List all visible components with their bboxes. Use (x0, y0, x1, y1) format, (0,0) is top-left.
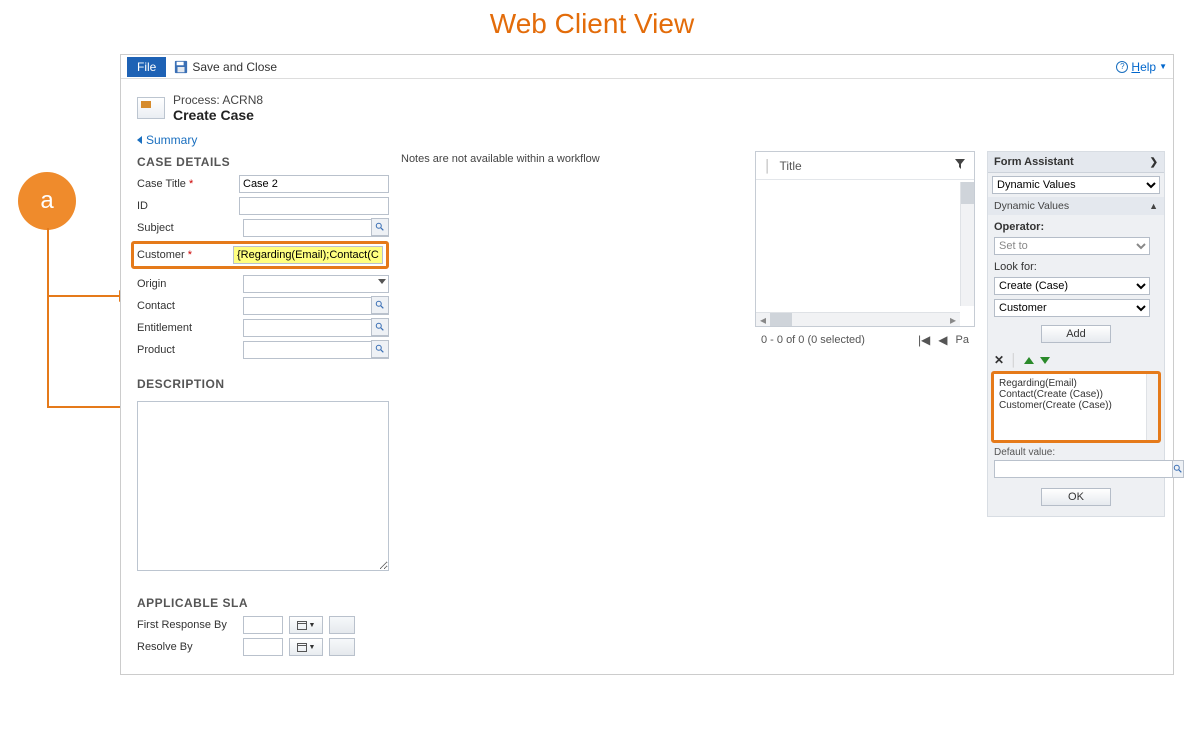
resolve-by-time-picker[interactable] (329, 638, 355, 656)
origin-select[interactable] (243, 275, 389, 293)
record-type-icon (137, 97, 165, 119)
notes-unavailable-message: Notes are not available within a workflo… (401, 151, 743, 167)
help-label: Help (1131, 60, 1156, 74)
list-status-bar: 0 - 0 of 0 (0 selected) |◀ ◀ Pa (755, 327, 975, 353)
first-response-label: First Response By (137, 619, 237, 631)
field-entitlement: Entitlement (137, 319, 389, 337)
save-and-close-label: Save and Close (192, 60, 277, 74)
annotation-line-top (47, 295, 125, 297)
tab-summary[interactable]: Summary (121, 133, 1173, 151)
toolbar: File Save and Close ? Help ▼ (121, 55, 1173, 79)
selected-scrollbar[interactable] (1146, 374, 1158, 440)
field-case-title: Case Title * (137, 175, 389, 193)
product-label: Product (137, 344, 237, 356)
case-title-label: Case Title (137, 178, 186, 190)
remove-icon[interactable]: ✕ (994, 353, 1004, 367)
tab-summary-label: Summary (146, 133, 197, 147)
lookfor-attribute-select[interactable]: Customer (994, 299, 1150, 317)
selected-item[interactable]: Contact(Create (Case)) (999, 389, 1153, 400)
field-first-response: First Response By ▼ (137, 616, 389, 634)
field-customer-highlighted: Customer * (131, 241, 389, 269)
resolve-by-date-picker[interactable]: ▼ (289, 638, 323, 656)
selected-item[interactable]: Regarding(Email) (999, 378, 1153, 389)
operator-select[interactable]: Set to (994, 237, 1150, 255)
field-contact: Contact (137, 297, 389, 315)
horizontal-scrollbar[interactable]: ◂ ▸ (756, 312, 960, 326)
assistant-mode-select[interactable]: Dynamic Values (992, 176, 1160, 194)
field-product: Product (137, 341, 389, 359)
section-case-details: CASE DETAILS (137, 151, 389, 175)
description-textarea[interactable] (137, 401, 389, 571)
ok-button[interactable]: OK (1041, 488, 1111, 506)
collapse-icon[interactable]: ❯ (1150, 157, 1158, 168)
move-up-icon[interactable] (1024, 357, 1034, 364)
save-icon (174, 60, 188, 74)
operator-label: Operator: (994, 221, 1158, 233)
field-subject: Subject (137, 219, 389, 237)
required-icon: * (188, 249, 192, 261)
save-and-close-button[interactable]: Save and Close (174, 60, 277, 74)
lookfor-label: Look for: (994, 261, 1158, 273)
record-title: Create Case (173, 107, 263, 123)
related-list-panel: │ Title ◂ ▸ (755, 151, 975, 327)
default-value-lookup-icon[interactable] (1173, 460, 1184, 478)
subject-lookup-icon[interactable] (371, 218, 389, 236)
required-icon: * (189, 178, 193, 190)
subject-input[interactable] (243, 219, 389, 237)
first-response-date-picker[interactable]: ▼ (289, 616, 323, 634)
selected-dynamic-values-box[interactable]: Regarding(Email) Contact(Create (Case)) … (991, 371, 1161, 443)
contact-lookup-icon[interactable] (371, 296, 389, 314)
annotation-badge: a (18, 172, 76, 230)
list-status-text: 0 - 0 of 0 (0 selected) (761, 334, 910, 346)
page-header: Process: ACRN8 Create Case (121, 79, 1173, 133)
origin-label: Origin (137, 278, 237, 290)
case-title-input[interactable] (239, 175, 389, 193)
contact-input[interactable] (243, 297, 389, 315)
customer-input[interactable] (233, 246, 383, 264)
first-response-date-input[interactable] (243, 616, 283, 634)
form-assistant-title: Form Assistant (994, 156, 1074, 168)
id-input[interactable] (239, 197, 389, 215)
default-value-input[interactable] (994, 460, 1173, 478)
page-label: Pa (956, 334, 969, 346)
move-down-icon[interactable] (1040, 357, 1050, 364)
lookfor-entity-select[interactable]: Create (Case) (994, 277, 1150, 295)
file-menu-tab[interactable]: File (127, 57, 166, 77)
subject-label: Subject (137, 222, 237, 234)
field-origin: Origin (137, 275, 389, 293)
annotation-line-vertical (47, 228, 49, 408)
page-title: Web Client View (0, 0, 1184, 54)
field-id: ID (137, 197, 389, 215)
filter-icon[interactable] (954, 158, 966, 173)
add-button[interactable]: Add (1041, 325, 1111, 343)
form-assistant-panel: Form Assistant ❯ Dynamic Values Dynamic … (987, 151, 1165, 517)
app-window: File Save and Close ? Help ▼ Process: AC… (120, 54, 1174, 675)
first-page-icon[interactable]: |◀ (918, 333, 930, 347)
section-applicable-sla: APPLICABLE SLA (137, 592, 389, 616)
prev-page-icon[interactable]: ◀ (938, 333, 947, 347)
product-input[interactable] (243, 341, 389, 359)
resolve-by-date-input[interactable] (243, 638, 283, 656)
entitlement-label: Entitlement (137, 322, 237, 334)
process-label: Process: ACRN8 (173, 93, 263, 107)
field-resolve-by: Resolve By ▼ (137, 638, 389, 656)
entitlement-lookup-icon[interactable] (371, 318, 389, 336)
resolve-by-label: Resolve By (137, 641, 237, 653)
vertical-scrollbar[interactable] (960, 182, 974, 306)
product-lookup-icon[interactable] (371, 340, 389, 358)
contact-label: Contact (137, 300, 237, 312)
help-icon: ? (1116, 61, 1128, 73)
collapse-caret-icon[interactable]: ▲ (1149, 201, 1158, 211)
collapse-caret-icon (137, 136, 142, 144)
section-description: DESCRIPTION (137, 373, 389, 397)
help-link[interactable]: ? Help ▼ (1116, 60, 1167, 74)
selected-item[interactable]: Customer(Create (Case)) (999, 400, 1153, 411)
list-column-title[interactable]: Title (780, 159, 947, 173)
customer-label: Customer (137, 249, 185, 261)
default-value-label: Default value: (988, 443, 1164, 460)
first-response-time-picker[interactable] (329, 616, 355, 634)
entitlement-input[interactable] (243, 319, 389, 337)
dynamic-values-subhead: Dynamic Values (994, 200, 1069, 212)
id-label: ID (137, 200, 233, 212)
